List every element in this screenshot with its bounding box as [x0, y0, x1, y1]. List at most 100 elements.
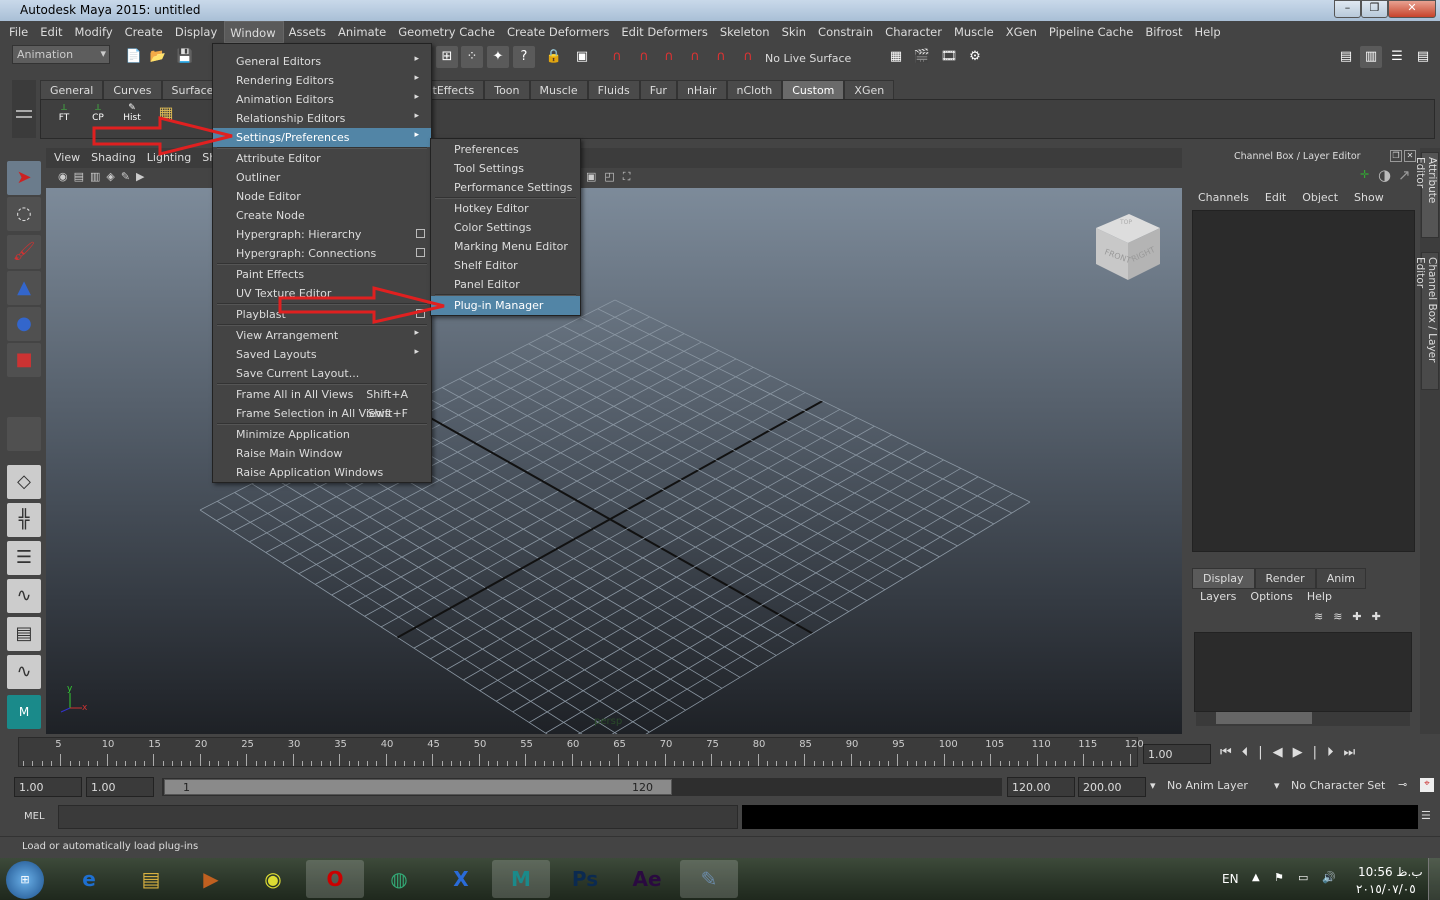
- shelf-button-ft[interactable]: ⟂ FT: [49, 103, 79, 137]
- menu-character[interactable]: Character: [880, 21, 949, 43]
- taskbar-app-media[interactable]: ▶: [182, 860, 240, 898]
- menu-item-minimize-application[interactable]: Minimize Application: [213, 425, 431, 444]
- shelf-button-hist[interactable]: ✎ Hist: [117, 103, 147, 137]
- current-time-field[interactable]: 1.00: [1143, 744, 1211, 764]
- shelf-tab-fluids[interactable]: Fluids: [587, 80, 640, 99]
- shelf-options[interactable]: [12, 80, 36, 138]
- shelf-button-cp[interactable]: ⟂ CP: [83, 103, 113, 137]
- menu-item-relationship-editors[interactable]: Relationship Editors ▸: [213, 109, 431, 128]
- camera-tools-icon[interactable]: ◉▤▥◈✎▶: [58, 170, 151, 183]
- render-icon[interactable]: ✦: [487, 46, 509, 68]
- option-box-icon[interactable]: [416, 229, 425, 238]
- character-set-dropdown[interactable]: ▾ No Character Set: [1274, 779, 1394, 792]
- menu-item-attribute-editor[interactable]: Attribute Editor: [213, 149, 431, 168]
- lock-icon[interactable]: 🔒: [543, 46, 565, 68]
- menu-item-paint-effects[interactable]: Paint Effects: [213, 265, 431, 284]
- dope-sheet-layout-icon[interactable]: ∿: [7, 655, 41, 689]
- menu-item-frame-all-in-all-views[interactable]: Frame All in All Views Shift+A: [213, 385, 431, 404]
- volume-icon[interactable]: 🔊: [1322, 871, 1336, 884]
- layer-scrollbar[interactable]: [1196, 712, 1410, 726]
- key-icon[interactable]: ⊸: [1398, 778, 1407, 791]
- menu-item-marking-menu-editor[interactable]: Marking Menu Editor: [431, 237, 580, 256]
- menu-bifrost[interactable]: Bifrost: [1140, 21, 1189, 43]
- menu-item-panel-editor[interactable]: Panel Editor: [431, 275, 580, 294]
- menu-file[interactable]: File: [4, 21, 35, 43]
- rotate-tool-icon[interactable]: ●: [7, 307, 41, 341]
- menu-item-view-arrangement[interactable]: View Arrangement ▸: [213, 326, 431, 345]
- layout-icon[interactable]: ▤: [1335, 46, 1357, 68]
- snap-points-icon[interactable]: ⁘: [461, 46, 483, 68]
- shelf-tab-muscle[interactable]: Muscle: [529, 80, 588, 99]
- menu-item-outliner[interactable]: Outliner: [213, 168, 431, 187]
- menu-item-performance-settings[interactable]: Performance Settings: [431, 178, 580, 197]
- graph-layout-icon[interactable]: ∿: [7, 579, 41, 613]
- menu-item-create-node[interactable]: Create Node: [213, 206, 431, 225]
- menu-edit[interactable]: Edit: [35, 21, 69, 43]
- channel-menu-edit[interactable]: Edit: [1265, 191, 1286, 204]
- show-desktop-button[interactable]: [1428, 858, 1440, 900]
- magnet-curve-icon[interactable]: ∩: [633, 46, 655, 68]
- outliner-layout-icon[interactable]: ☰: [7, 541, 41, 575]
- channel-menu-channels[interactable]: Channels: [1198, 191, 1249, 204]
- tab-attribute-editor[interactable]: Attribute Editor: [1414, 152, 1439, 238]
- anim-layer-dropdown[interactable]: ▾ No Anim Layer: [1150, 779, 1270, 792]
- maximize-button[interactable]: ❐: [1361, 0, 1388, 18]
- menu-pipeline-cache[interactable]: Pipeline Cache: [1044, 21, 1140, 43]
- layer-menu-help[interactable]: Help: [1307, 590, 1332, 603]
- taskbar-app-explorer[interactable]: ▤: [122, 860, 180, 898]
- menu-item-uv-texture-editor[interactable]: UV Texture Editor: [213, 284, 431, 303]
- hypershade-layout-icon[interactable]: ▤: [7, 617, 41, 651]
- magnet-icon[interactable]: ∩: [606, 46, 628, 68]
- ipr-render-icon[interactable]: 🎞: [938, 46, 960, 68]
- option-box-icon[interactable]: [416, 309, 425, 318]
- last-tool-icon[interactable]: [7, 417, 41, 451]
- make-live-icon[interactable]: ∩: [737, 46, 759, 68]
- taskbar-app-ie[interactable]: e: [60, 860, 118, 898]
- menu-item-frame-selection-in-all-views[interactable]: Frame Selection in All Views Shift+F: [213, 404, 431, 423]
- magnet-view-icon[interactable]: ∩: [684, 46, 706, 68]
- taskbar-app-chrome[interactable]: ◉: [244, 860, 302, 898]
- menu-item-plug-in-manager[interactable]: Plug-in Manager: [431, 296, 580, 315]
- playback-controls[interactable]: ⏮⏴|◀▶|⏵⏭: [1220, 745, 1365, 760]
- shelf-tab-fur[interactable]: Fur: [639, 80, 677, 99]
- menu-item-preferences[interactable]: Preferences: [431, 140, 580, 159]
- menu-skeleton[interactable]: Skeleton: [715, 21, 777, 43]
- shelf-tab-general[interactable]: General: [40, 80, 104, 99]
- shelf-menu-icon[interactable]: [16, 110, 32, 118]
- menu-set-dropdown[interactable]: Animation ▾: [12, 45, 110, 64]
- shelf-button-grid[interactable]: ▦: [151, 103, 181, 137]
- arrow-icon[interactable]: ↗: [1398, 166, 1411, 184]
- menu-item-hypergraph-connections[interactable]: Hypergraph: Connections: [213, 244, 431, 263]
- action-center-icon[interactable]: ⚑: [1274, 871, 1284, 884]
- minimize-button[interactable]: –: [1334, 0, 1361, 18]
- paint-select-tool-icon[interactable]: 🖌: [7, 235, 41, 269]
- playback-end-field[interactable]: 120.00: [1007, 777, 1075, 797]
- panel-menu-lighting[interactable]: Lighting: [143, 148, 198, 168]
- menu-item-color-settings[interactable]: Color Settings: [431, 218, 580, 237]
- time-slider[interactable]: 5 10 15 20 25 30 35 40 45 50 55 60 65 70 75 80 85 90 95 100…: [18, 737, 1144, 767]
- layer-tab-anim[interactable]: Anim: [1315, 568, 1366, 589]
- menu-modify[interactable]: Modify: [70, 21, 120, 43]
- move-tool-icon[interactable]: ▲: [7, 271, 41, 305]
- single-view-layout-icon[interactable]: ◇: [7, 465, 41, 499]
- taskbar-app-ae[interactable]: Ae: [618, 860, 676, 898]
- channel-menu-show[interactable]: Show: [1354, 191, 1384, 204]
- menu-item-hypergraph-hierarchy[interactable]: Hypergraph: Hierarchy: [213, 225, 431, 244]
- command-language-label[interactable]: MEL: [24, 811, 45, 822]
- menu-item-animation-editors[interactable]: Animation Editors ▸: [213, 90, 431, 109]
- taskbar-app-maya[interactable]: M: [492, 860, 550, 898]
- end-time-field[interactable]: 200.00: [1078, 777, 1146, 797]
- menu-display[interactable]: Display: [170, 21, 224, 43]
- tool-settings-toggle-icon[interactable]: ☰: [1386, 46, 1408, 68]
- menu-item-raise-application-windows[interactable]: Raise Application Windows: [213, 463, 431, 482]
- shelf-tab-curves[interactable]: Curves: [103, 80, 162, 99]
- menu-muscle[interactable]: Muscle: [949, 21, 1001, 43]
- menu-item-saved-layouts[interactable]: Saved Layouts ▸: [213, 345, 431, 364]
- layer-tab-display[interactable]: Display: [1192, 568, 1255, 589]
- show-hidden-icons[interactable]: ▲: [1252, 872, 1260, 883]
- network-icon[interactable]: ▭: [1298, 871, 1308, 884]
- menu-animate[interactable]: Animate: [333, 21, 393, 43]
- magnet-surface-icon[interactable]: ∩: [710, 46, 732, 68]
- magnet-point-icon[interactable]: ∩: [658, 46, 680, 68]
- command-input[interactable]: [58, 805, 738, 829]
